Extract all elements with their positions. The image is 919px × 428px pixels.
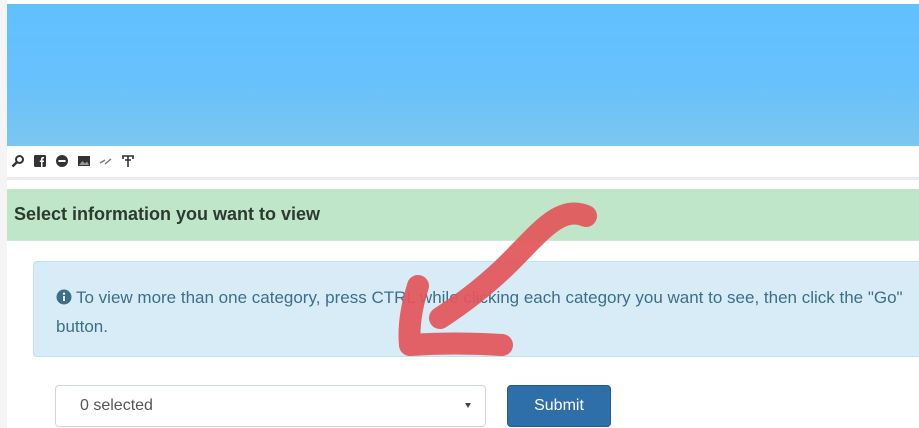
caret-down-icon [465,403,471,408]
info-text: To view more than one category, press CT… [56,288,903,336]
link-icon[interactable] [99,154,113,168]
info-circle-icon [56,286,72,313]
section-header: Select information you want to view [7,189,919,241]
submit-label: Submit [534,397,584,414]
header-banner [7,4,919,146]
toolbar [7,148,919,174]
page: Select information you want to view To v… [0,0,919,428]
select-value: 0 selected [80,397,153,414]
circle-icon[interactable] [55,154,69,168]
left-edge [0,0,7,428]
submit-button[interactable]: Submit [507,385,611,427]
divider [7,177,919,180]
image-icon[interactable] [77,154,91,168]
section-title: Select information you want to view [14,204,321,224]
category-select[interactable]: 0 selected [55,385,486,427]
info-alert: To view more than one category, press CT… [33,261,919,357]
text-icon[interactable] [121,154,135,168]
facebook-icon[interactable] [33,154,47,168]
search-icon[interactable] [11,154,25,168]
